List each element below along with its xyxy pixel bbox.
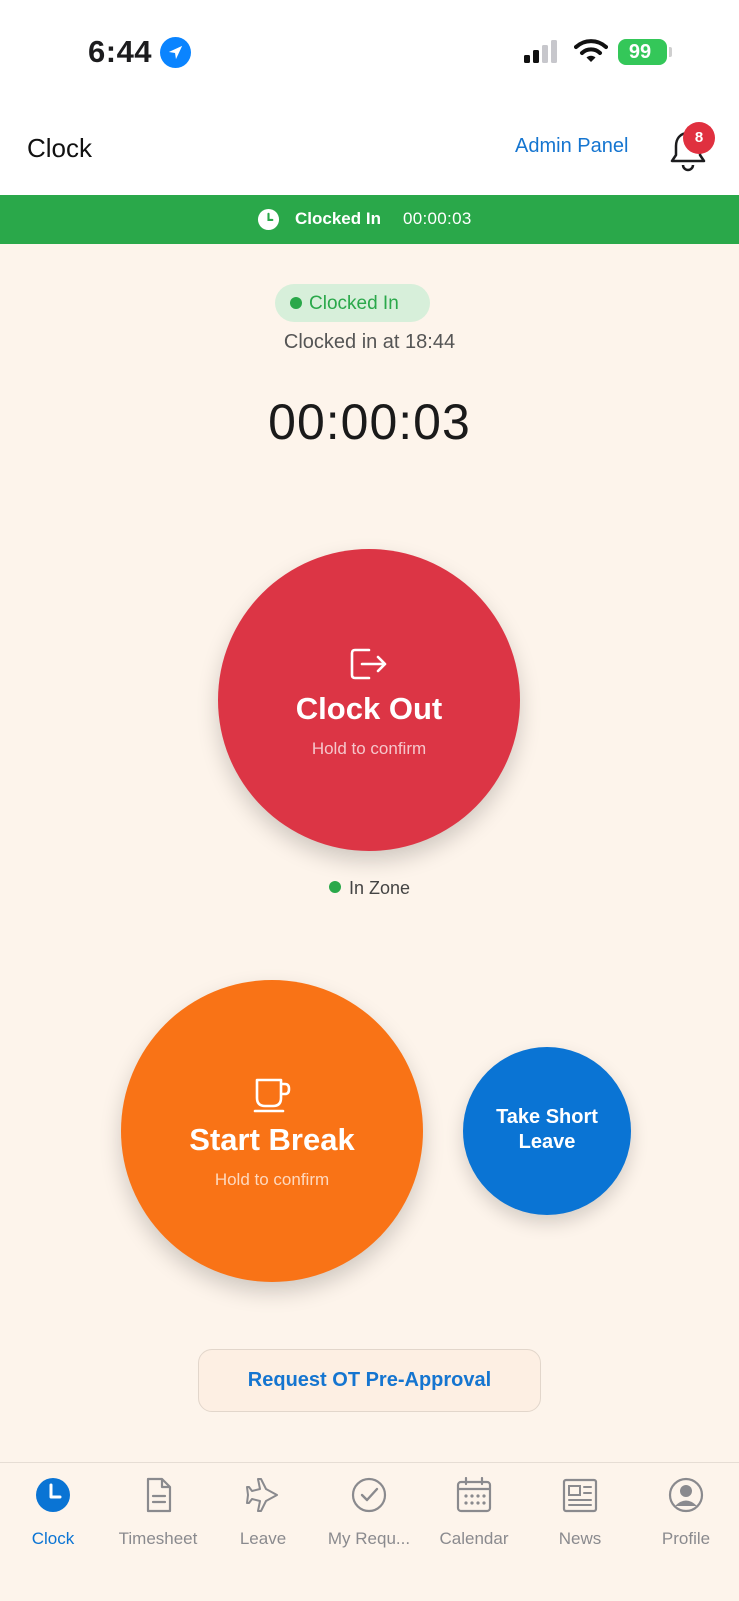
airplane-icon [246, 1478, 278, 1512]
battery-level: 99 [628, 41, 652, 63]
bottom-tab-bar: Clock Timesheet Leave My Requ... Calenda… [0, 1462, 739, 1601]
short-leave-label-line2: Leave [518, 1131, 576, 1153]
tab-calendar[interactable]: Calendar [421, 1463, 527, 1563]
clock-out-hint: Hold to confirm [311, 739, 427, 758]
status-time: 6:44 [88, 34, 153, 69]
take-short-leave-button[interactable]: Take Short Leave [463, 1047, 631, 1215]
start-break-button[interactable]: Start Break Hold to confirm [121, 980, 423, 1282]
tab-clock[interactable]: Clock [0, 1463, 106, 1563]
check-circle-icon [351, 1477, 387, 1513]
banner-status-label: Clocked In [295, 209, 381, 228]
clocked-in-banner: Clocked In 00:00:03 [0, 195, 739, 244]
location-arrow-icon [160, 37, 191, 68]
app-header: Clock Admin Panel 8 [0, 105, 739, 195]
exit-icon [218, 646, 520, 687]
request-ot-pre-approval-button[interactable]: Request OT Pre-Approval [198, 1349, 541, 1412]
notification-badge: 8 [683, 122, 715, 154]
zone-dot [328, 881, 341, 893]
tab-profile[interactable]: Profile [633, 1463, 739, 1563]
start-break-hint: Hold to confirm [214, 1170, 330, 1189]
tab-my-requests[interactable]: My Requ... [316, 1463, 422, 1563]
clock-icon [36, 1478, 70, 1512]
elapsed-timer: 00:00:03 [268, 394, 471, 450]
wifi-icon [574, 39, 608, 62]
clock-out-label: Clock Out [295, 691, 443, 726]
status-dot [290, 297, 302, 309]
zone-label: In Zone [348, 878, 411, 898]
zone-indicator: In Zone [0, 878, 739, 899]
newspaper-icon [562, 1478, 598, 1513]
clocked-in-time: Clocked in at 18:44 [283, 331, 456, 353]
battery-indicator: 99 [618, 39, 667, 65]
coffee-cup-icon [121, 1076, 423, 1119]
status-badge: Clocked In [275, 284, 430, 322]
tab-my-requests-label: My Requ... [327, 1529, 411, 1548]
tab-clock-label: Clock [31, 1529, 75, 1548]
document-icon [146, 1477, 172, 1513]
status-badge-label: Clocked In [309, 293, 399, 314]
page-title: Clock [27, 133, 93, 163]
short-leave-label: Take Short Leave [477, 1105, 617, 1155]
clock-out-button[interactable]: Clock Out Hold to confirm [218, 549, 520, 851]
tab-timesheet-label: Timesheet [118, 1529, 198, 1548]
battery-cap [669, 47, 672, 57]
banner-timer: 00:00:03 [403, 209, 472, 228]
clock-icon [257, 208, 280, 231]
tab-news-label: News [558, 1529, 602, 1548]
tab-leave-label: Leave [239, 1529, 287, 1548]
tab-profile-label: Profile [661, 1529, 711, 1548]
tab-calendar-label: Calendar [439, 1529, 509, 1548]
profile-icon [668, 1477, 704, 1513]
calendar-icon [456, 1477, 492, 1513]
cellular-signal-icon [524, 40, 557, 63]
status-bar: 6:44 99 [0, 0, 739, 105]
admin-panel-link[interactable]: Admin Panel [515, 135, 628, 158]
tab-timesheet[interactable]: Timesheet [105, 1463, 211, 1563]
tab-news[interactable]: News [527, 1463, 633, 1563]
short-leave-label-line1: Take Short [496, 1106, 598, 1128]
start-break-label: Start Break [189, 1122, 355, 1157]
tab-leave[interactable]: Leave [210, 1463, 316, 1563]
